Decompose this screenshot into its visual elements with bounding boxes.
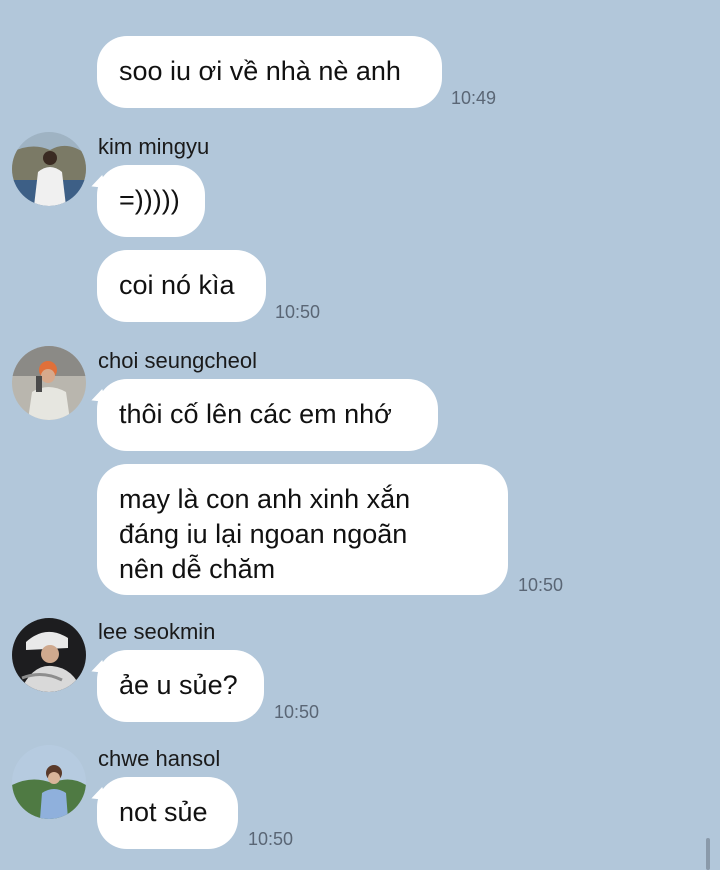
message-bubble[interactable]: may là con anh xinh xắn đáng iu lại ngoa… — [97, 464, 508, 595]
avatar-kim-mingyu[interactable] — [12, 132, 86, 206]
message-timestamp: 10:49 — [451, 88, 497, 108]
message-text: ảe u sủe? — [119, 670, 238, 700]
message-timestamp: 10:50 — [275, 302, 321, 322]
sender-name: lee seokmin — [98, 619, 216, 644]
message-timestamp: 10:50 — [518, 575, 564, 595]
scrollbar[interactable] — [706, 838, 710, 870]
message-text: =))))) — [119, 185, 180, 215]
message-text: thôi cố lên các em nhớ — [119, 399, 392, 429]
message-bubble[interactable]: thôi cố lên các em nhớ — [97, 379, 438, 451]
message-text: soo iu ơi về nhà nè anh — [119, 56, 401, 86]
sender-name: choi seungcheol — [98, 348, 258, 373]
message-text-line: nên dễ chăm — [119, 554, 276, 584]
message-text: not sủe — [119, 797, 208, 827]
message-bubble[interactable]: not sủe — [97, 777, 238, 849]
message-timestamp: 10:50 — [274, 702, 320, 722]
avatar-choi-seungcheol[interactable] — [12, 346, 86, 420]
sender-name: chwe hansol — [98, 746, 221, 771]
message-bubble[interactable]: soo iu ơi về nhà nè anh — [97, 36, 442, 108]
message-text-line: đáng iu lại ngoan ngoãn — [119, 519, 408, 549]
message-bubble[interactable]: coi nó kìa — [97, 250, 266, 322]
message-text: coi nó kìa — [119, 270, 235, 300]
message-bubble[interactable]: ảe u sủe? — [97, 650, 264, 722]
avatar-lee-seokmin[interactable] — [12, 618, 86, 692]
message-timestamp: 10:50 — [248, 829, 294, 849]
avatar-chwe-hansol[interactable] — [12, 745, 86, 819]
sender-name: kim mingyu — [98, 134, 210, 159]
message-bubble[interactable]: =))))) — [97, 165, 205, 237]
message-text-line: may là con anh xinh xắn — [119, 484, 411, 514]
